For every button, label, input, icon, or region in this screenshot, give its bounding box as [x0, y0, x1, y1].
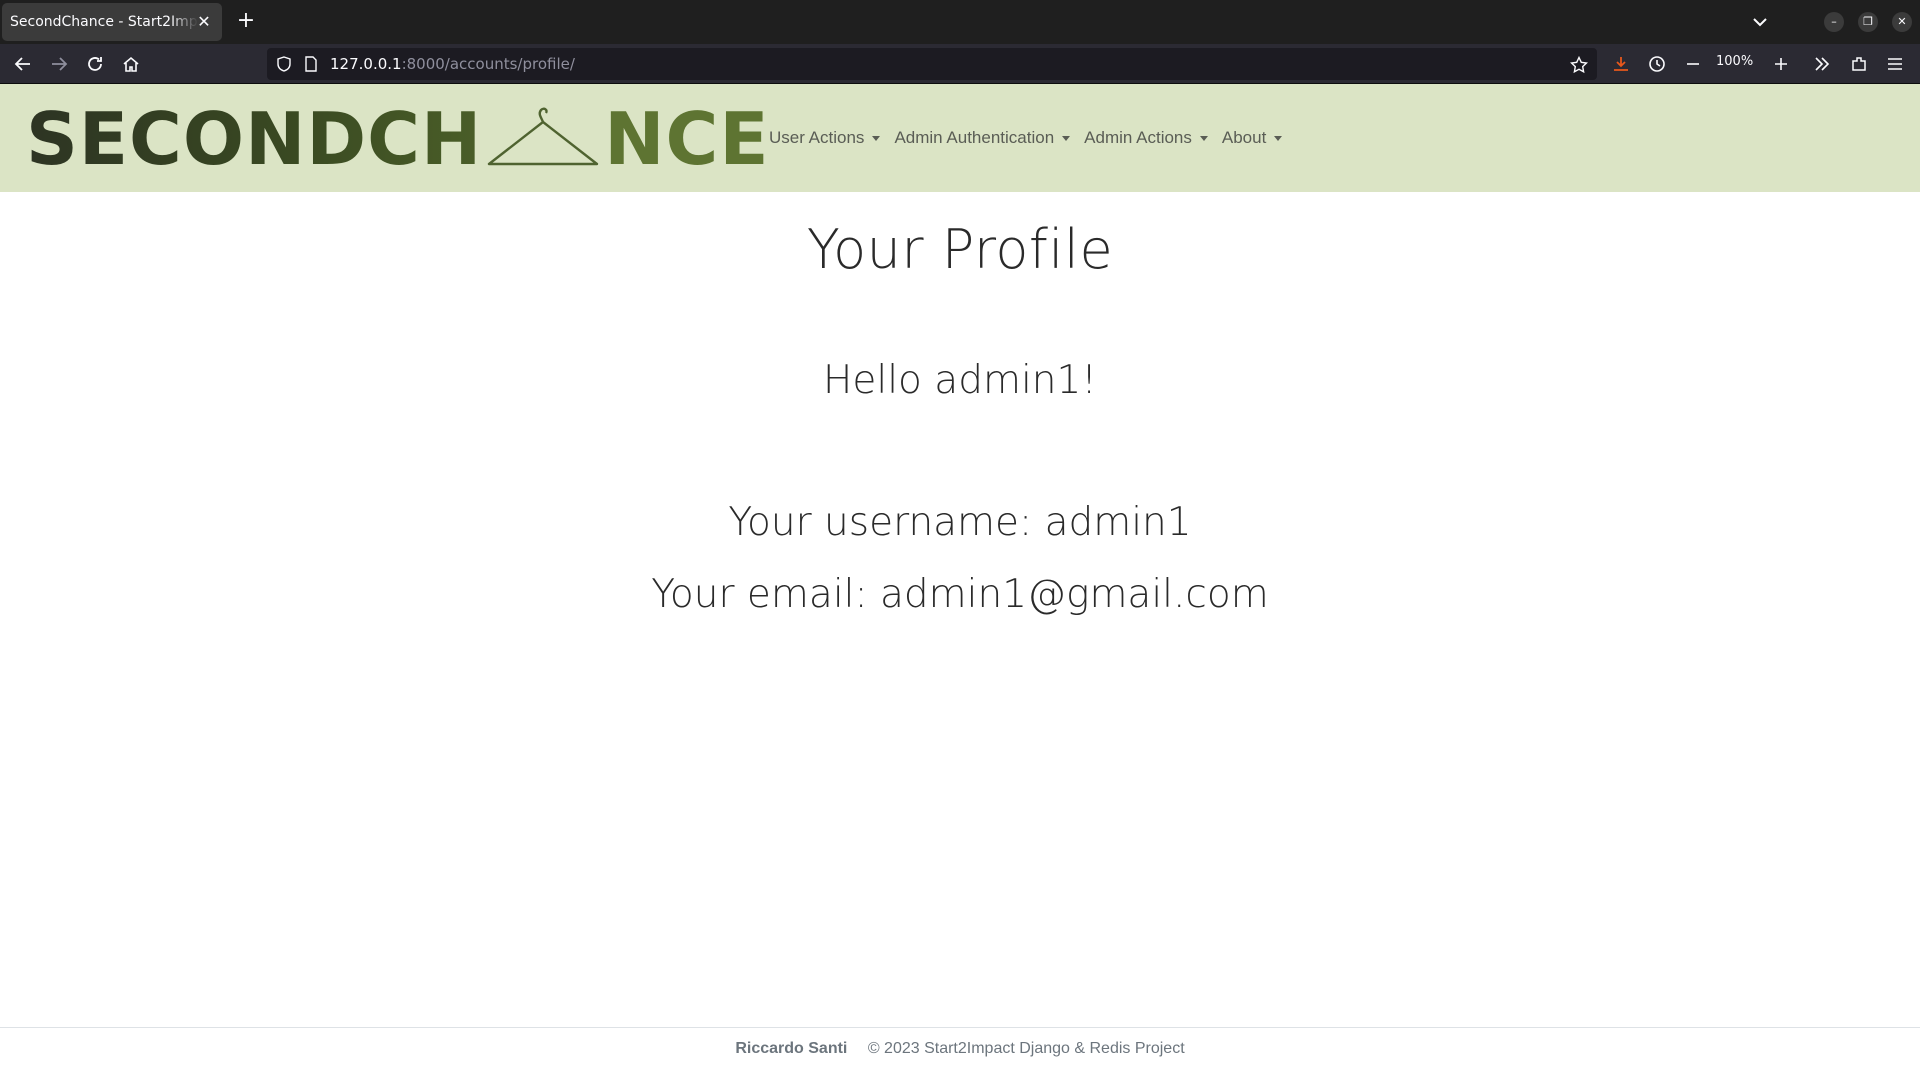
hanger-icon	[488, 107, 599, 166]
browser-tab-bar: SecondChance - Start2Impact ✕ + – ❐ ✕	[0, 0, 1920, 44]
page-icon[interactable]	[304, 56, 318, 76]
url-text[interactable]: 127.0.0.1:8000/accounts/profile/	[330, 55, 575, 73]
zoom-level[interactable]: 100%	[1716, 54, 1753, 69]
tab-close-icon[interactable]: ✕	[194, 12, 214, 32]
address-bar[interactable]: 127.0.0.1:8000/accounts/profile/	[267, 48, 1597, 80]
extensions-puzzle-icon[interactable]	[1847, 52, 1871, 76]
site-nav-menu: User Actions Admin Authentication Admin …	[762, 128, 1289, 148]
email-text: Your email: admin1@gmail.com	[651, 572, 1269, 617]
forward-arrow-icon[interactable]	[47, 52, 71, 76]
zoom-out-icon[interactable]	[1681, 52, 1705, 76]
overflow-chevrons-icon[interactable]	[1810, 52, 1834, 76]
footer-copyright: © 2023 Start2Impact Django & Redis Proje…	[867, 1040, 1185, 1057]
nav-admin-actions-dropdown[interactable]: Admin Actions	[1077, 128, 1215, 148]
browser-toolbar: 127.0.0.1:8000/accounts/profile/ 100%	[0, 44, 1920, 84]
tab-title: SecondChance - Start2Impact	[10, 14, 198, 30]
back-arrow-icon[interactable]	[11, 52, 35, 76]
logo-text-right: NCE	[604, 97, 770, 181]
reload-icon[interactable]	[83, 52, 107, 76]
caret-down-icon	[1274, 135, 1283, 141]
caret-down-icon	[1199, 135, 1208, 141]
minimize-window-icon[interactable]: –	[1824, 12, 1844, 32]
tab-list-chevron-icon[interactable]	[1748, 10, 1772, 34]
nav-about-dropdown[interactable]: About	[1215, 128, 1289, 148]
zoom-in-icon[interactable]	[1769, 52, 1793, 76]
home-icon[interactable]	[119, 52, 143, 76]
caret-down-icon	[872, 135, 881, 141]
site-logo[interactable]: SECONDCH NCE	[26, 102, 770, 176]
nav-admin-authentication-dropdown[interactable]: Admin Authentication	[887, 128, 1077, 148]
page-title: Your Profile	[806, 218, 1114, 281]
bookmark-star-icon[interactable]	[1569, 55, 1589, 78]
footer-author: Riccardo Santi	[735, 1040, 848, 1057]
history-clock-icon[interactable]	[1645, 52, 1669, 76]
site-navbar: SECONDCH NCE User Actions Admin Authenti…	[0, 84, 1920, 192]
browser-tab[interactable]: SecondChance - Start2Impact ✕	[2, 3, 222, 41]
menu-hamburger-icon[interactable]	[1883, 52, 1907, 76]
logo-text-left: SECONDCH	[26, 97, 483, 181]
caret-down-icon	[1062, 135, 1071, 141]
greeting-text: Hello admin1!	[823, 358, 1097, 403]
close-window-icon[interactable]: ✕	[1892, 12, 1912, 32]
restore-window-icon[interactable]: ❐	[1858, 12, 1878, 32]
site-footer: Riccardo Santi © 2023 Start2Impact Djang…	[0, 1027, 1920, 1080]
shield-icon[interactable]	[276, 56, 292, 76]
new-tab-icon[interactable]: +	[234, 10, 258, 34]
username-text: Your username: admin1	[728, 500, 1192, 545]
nav-user-actions-dropdown[interactable]: User Actions	[762, 128, 887, 148]
download-icon[interactable]	[1609, 52, 1633, 76]
